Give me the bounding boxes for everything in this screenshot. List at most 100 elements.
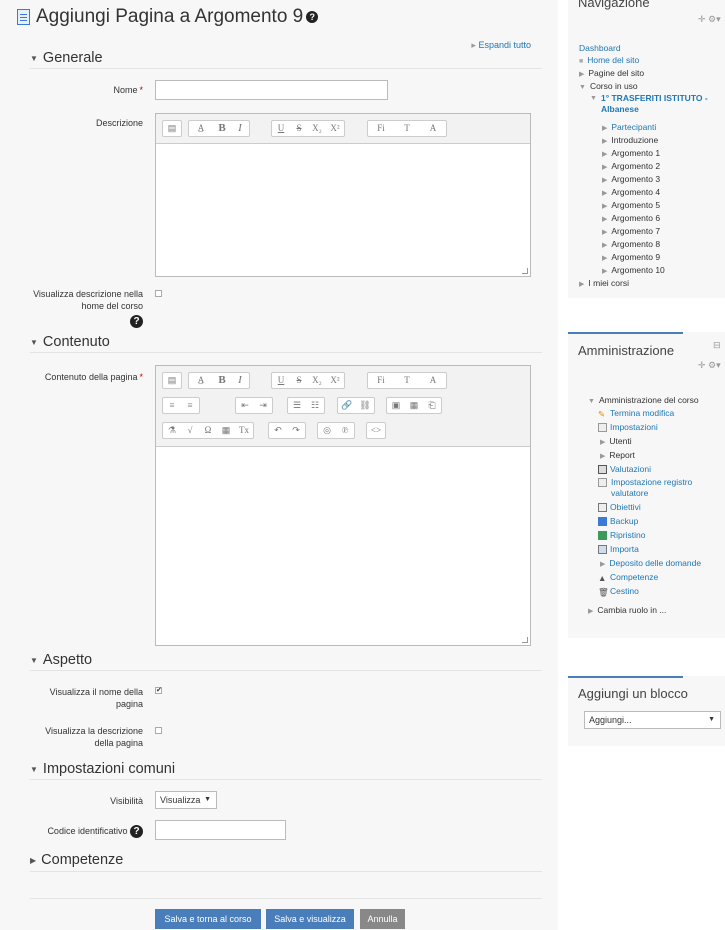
accessibility-icon[interactable]: ◎ — [318, 423, 336, 438]
image-icon[interactable]: ▣ — [387, 398, 405, 413]
nav-intro[interactable]: ▶ Introduzione — [602, 135, 658, 147]
font-color-button[interactable]: A — [420, 121, 446, 136]
admin-item[interactable]: Obiettivi — [598, 502, 641, 513]
indent-button[interactable]: ⇥ — [254, 398, 272, 413]
font-color-button[interactable]: A — [420, 373, 446, 388]
screenreader-icon[interactable]: ℗ — [336, 423, 354, 438]
underline-button[interactable]: U — [272, 373, 290, 388]
admin-item[interactable]: ▶ Deposito delle domande — [600, 558, 701, 570]
undo-icon[interactable]: ↶ — [269, 423, 287, 438]
nav-topic[interactable]: ▶ Argomento 6 — [602, 213, 660, 225]
visibilita-select[interactable]: Visualizza ▼ — [155, 791, 217, 809]
resize-handle[interactable] — [522, 637, 528, 643]
nome-input[interactable] — [155, 80, 388, 100]
file-icon[interactable]: ⎗ — [423, 398, 441, 413]
nav-current-course[interactable]: ▼ Corso in uso — [579, 81, 638, 93]
nav-topic[interactable]: ▶ Argomento 10 — [602, 265, 665, 277]
admin-item[interactable]: Impostazioni — [598, 422, 658, 433]
subscript-button[interactable]: X₂ — [308, 373, 326, 388]
section-aspetto-header[interactable]: ▼ Aspetto — [30, 652, 92, 668]
nav-site-pages[interactable]: ▶ Pagine del sito — [579, 68, 644, 80]
redo-icon[interactable]: ↷ — [287, 423, 305, 438]
section-contenuto-header[interactable]: ▼ Contenuto — [30, 334, 110, 350]
strike-button[interactable]: S — [290, 121, 308, 136]
dock-icon[interactable]: ⊟ — [713, 340, 721, 351]
admin-switch-role[interactable]: ▶ Cambia ruolo in ... — [588, 605, 666, 617]
nav-topic[interactable]: ▶ Argomento 7 — [602, 226, 660, 238]
italic-button[interactable]: I — [231, 121, 249, 136]
codice-input[interactable] — [155, 820, 286, 840]
bold-button[interactable]: B — [213, 373, 231, 388]
font-family-button[interactable]: Fi — [368, 121, 394, 136]
admin-item[interactable]: ▶ Report — [600, 450, 635, 462]
contenuto-editor[interactable]: ▤ A̲ B I U S X₂ X² Fi T A ≡ ≡ ⇤ ⇥ ☰ ☷ 🔗 … — [155, 365, 531, 646]
html-icon[interactable]: <> — [367, 423, 385, 438]
align-left-button[interactable]: ≡ — [163, 398, 181, 413]
admin-course-admin[interactable]: ▼ Amministrazione del corso — [588, 395, 699, 407]
save-view-button[interactable]: Salva e visualizza — [266, 909, 354, 929]
help-icon[interactable]: ? — [130, 825, 143, 838]
font-family-button[interactable]: Fi — [368, 373, 394, 388]
clear-format-icon[interactable]: Tx — [235, 423, 253, 438]
admin-item[interactable]: ✎ Termina modifica — [598, 408, 674, 419]
nav-topic[interactable]: ▶ Argomento 5 — [602, 200, 660, 212]
toolbar-collapse-button[interactable]: ▤ — [162, 120, 182, 137]
link-icon[interactable]: 🔗 — [338, 398, 356, 413]
nav-topic[interactable]: ▶ Argomento 3 — [602, 174, 660, 186]
admin-item[interactable]: Impostazione registro valutatore — [598, 477, 723, 499]
superscript-button[interactable]: X² — [326, 121, 344, 136]
equation-icon[interactable]: √ — [181, 423, 199, 438]
descrizione-editor[interactable]: ▤ A̲ B I U S X₂ X² Fi T A — [155, 113, 531, 277]
media-icon[interactable]: ▦ — [405, 398, 423, 413]
visualizza-nome-checkbox[interactable]: ✔ — [155, 687, 162, 694]
cancel-button[interactable]: Annulla — [360, 909, 405, 929]
style-button[interactable]: A̲ — [189, 373, 213, 388]
nav-topic[interactable]: ▶ Argomento 2 — [602, 161, 660, 173]
nav-topic[interactable]: ▶ Argomento 9 — [602, 252, 660, 264]
subscript-button[interactable]: X₂ — [308, 121, 326, 136]
superscript-button[interactable]: X² — [326, 373, 344, 388]
bold-button[interactable]: B — [213, 121, 231, 136]
nav-participants[interactable]: ▶ Partecipanti — [602, 122, 656, 134]
save-return-button[interactable]: Salva e torna al corso — [155, 909, 261, 929]
outdent-button[interactable]: ⇤ — [236, 398, 254, 413]
align-center-button[interactable]: ≡ — [181, 398, 199, 413]
font-size-button[interactable]: T — [394, 121, 420, 136]
italic-button[interactable]: I — [231, 373, 249, 388]
section-competenze-header[interactable]: ▶ Competenze — [30, 852, 123, 868]
nav-home[interactable]: ■ Home del sito — [579, 55, 639, 67]
visualizza-descr-pagina-checkbox[interactable] — [155, 727, 162, 734]
section-generale-header[interactable]: ▼ Generale — [30, 50, 103, 66]
resize-handle[interactable] — [522, 268, 528, 274]
admin-item[interactable]: Ripristino — [598, 530, 645, 541]
block-controls-icon[interactable]: ✛ ⚙▾ — [698, 360, 721, 371]
numbered-list-button[interactable]: ☷ — [306, 398, 324, 413]
nav-topic[interactable]: ▶ Argomento 8 — [602, 239, 660, 251]
visualizza-descr-checkbox[interactable] — [155, 290, 162, 297]
nav-dashboard[interactable]: Dashboard — [579, 43, 621, 54]
nav-my-courses[interactable]: ▶ I miei corsi — [579, 278, 629, 290]
expand-all-link[interactable]: Espandi tutto — [471, 40, 531, 51]
nav-topic[interactable]: ▶ Argomento 1 — [602, 148, 660, 160]
table-icon[interactable]: ▦ — [217, 423, 235, 438]
add-block-select[interactable]: Aggiungi... ▼ — [584, 711, 721, 729]
nav-course-name[interactable]: ▼ 1° TRASFERITI ISTITUTO - Albanese — [590, 93, 720, 115]
underline-button[interactable]: U — [272, 121, 290, 136]
chemistry-icon[interactable]: ⚗ — [163, 423, 181, 438]
bullet-list-button[interactable]: ☰ — [288, 398, 306, 413]
admin-item[interactable]: Backup — [598, 516, 638, 527]
admin-item[interactable]: Valutazioni — [598, 464, 651, 475]
toolbar-collapse-button[interactable]: ▤ — [162, 372, 182, 389]
special-char-icon[interactable]: Ω — [199, 423, 217, 438]
style-button[interactable]: A̲ — [189, 121, 213, 136]
help-icon[interactable]: ? — [130, 315, 143, 328]
font-size-button[interactable]: T — [394, 373, 420, 388]
admin-item[interactable]: ▶ Utenti — [600, 436, 632, 448]
admin-item[interactable]: ▲ Competenze — [598, 572, 658, 583]
nav-topic[interactable]: ▶ Argomento 4 — [602, 187, 660, 199]
block-controls-icon[interactable]: ✛ ⚙▾ — [698, 14, 721, 25]
admin-item[interactable]: 🗑Cestino — [598, 586, 639, 597]
help-icon[interactable]: ? — [306, 11, 319, 23]
unlink-icon[interactable]: ⛓ — [356, 398, 374, 413]
strike-button[interactable]: S — [290, 373, 308, 388]
